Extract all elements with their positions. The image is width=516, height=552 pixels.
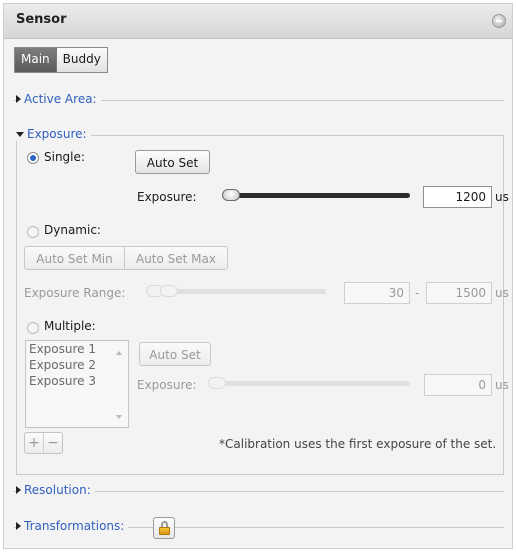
single-exposure-unit: us — [495, 190, 509, 204]
tab-buddy[interactable]: Buddy — [56, 48, 107, 72]
single-exposure-slider[interactable] — [222, 193, 410, 198]
panel-header: Sensor — [4, 4, 512, 39]
section-active-area-label: Active Area: — [24, 92, 97, 106]
exposure-range-label: Exposure Range: — [24, 286, 126, 300]
panel-title: Sensor — [16, 12, 67, 27]
single-exposure-input[interactable]: 1200 — [423, 186, 492, 208]
lock-button[interactable] — [153, 517, 175, 539]
list-item[interactable]: Exposure 2 — [29, 358, 96, 372]
list-item[interactable]: Exposure 1 — [29, 342, 96, 356]
multiple-auto-set-button[interactable]: Auto Set — [139, 342, 211, 366]
range-separator: - — [415, 286, 420, 300]
auto-set-max-button[interactable]: Auto Set Max — [124, 246, 228, 270]
section-active-area[interactable]: Active Area: — [16, 92, 101, 106]
single-exposure-label: Exposure: — [137, 190, 197, 204]
exposure-list[interactable]: Exposure 1 Exposure 2 Exposure 3 — [25, 340, 129, 428]
multiple-exposure-unit: us — [495, 378, 509, 392]
list-item[interactable]: Exposure 3 — [29, 374, 96, 388]
multiple-radio[interactable] — [27, 322, 39, 334]
single-radio[interactable] — [27, 152, 39, 164]
multiple-exposure-slider[interactable] — [210, 381, 410, 386]
remove-exposure-button[interactable]: − — [43, 433, 62, 453]
multiple-exposure-slider-thumb[interactable] — [208, 377, 226, 389]
tab-bar: Main Buddy — [14, 47, 108, 73]
dynamic-radio[interactable] — [27, 226, 39, 238]
range-min-input[interactable]: 30 — [344, 282, 410, 304]
list-edit-buttons: + − — [24, 432, 63, 454]
expand-arrow-icon — [16, 522, 21, 530]
expand-arrow-icon — [16, 95, 21, 103]
section-exposure[interactable]: Exposure: — [16, 127, 91, 141]
scroll-down-icon[interactable] — [116, 415, 122, 419]
section-transformations-label: Transformations: — [24, 519, 125, 533]
auto-set-min-button[interactable]: Auto Set Min — [24, 246, 125, 270]
collapse-arrow-icon — [16, 131, 24, 137]
section-resolution[interactable]: Resolution: — [16, 483, 95, 497]
tab-main[interactable]: Main — [15, 48, 57, 72]
multiple-exposure-input[interactable]: 0 — [424, 374, 492, 396]
scroll-up-icon[interactable] — [116, 351, 122, 355]
section-exposure-label: Exposure: — [27, 127, 87, 141]
calibration-note: *Calibration uses the first exposure of … — [219, 437, 497, 451]
add-exposure-button[interactable]: + — [25, 433, 43, 453]
single-exposure-slider-thumb[interactable] — [222, 189, 240, 201]
multiple-label: Multiple: — [44, 319, 96, 333]
range-unit: us — [495, 286, 509, 300]
section-transformations[interactable]: Transformations: — [16, 519, 129, 533]
auto-set-button[interactable]: Auto Set — [135, 150, 210, 174]
lock-icon — [159, 527, 170, 535]
collapse-panel-icon[interactable] — [492, 14, 506, 28]
single-label: Single: — [44, 150, 85, 164]
range-max-input[interactable]: 1500 — [426, 282, 492, 304]
multiple-exposure-label: Exposure: — [137, 378, 197, 392]
range-max-thumb[interactable] — [160, 285, 178, 297]
sensor-panel: Sensor Main Buddy Active Area: Exposure:… — [3, 3, 513, 549]
expand-arrow-icon — [16, 486, 21, 494]
dynamic-label: Dynamic: — [44, 223, 101, 237]
section-resolution-label: Resolution: — [24, 483, 91, 497]
